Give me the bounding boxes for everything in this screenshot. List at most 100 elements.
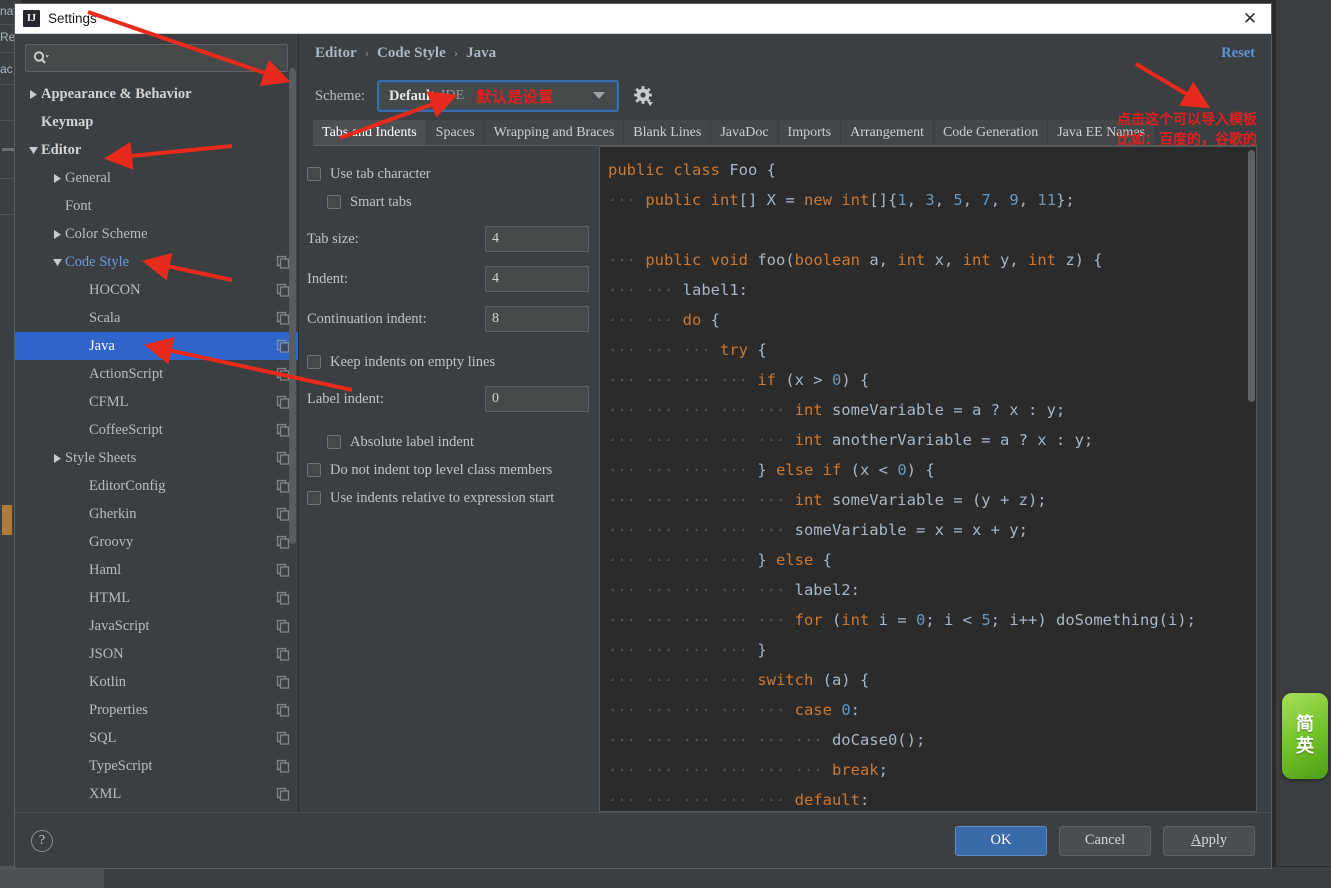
scheme-dropdown[interactable]: Default IDE 默认是设置 xyxy=(376,80,619,112)
copy-scheme-icon[interactable] xyxy=(276,647,290,661)
tab-wrapping-and-braces[interactable]: Wrapping and Braces xyxy=(484,120,625,145)
checkbox-use-tab-character[interactable] xyxy=(307,167,321,181)
checkbox-keep-indents-on-empty-lines[interactable] xyxy=(307,355,321,369)
copy-scheme-icon[interactable] xyxy=(276,339,290,353)
code-preview[interactable]: public class Foo {··· public int[] X = n… xyxy=(599,146,1257,812)
chevron-right-icon[interactable] xyxy=(49,220,65,248)
copy-scheme-icon[interactable] xyxy=(276,479,290,493)
tab-tabs-and-indents[interactable]: Tabs and Indents xyxy=(313,120,427,145)
copy-scheme-icon[interactable] xyxy=(276,787,290,801)
option-use-indents-relative[interactable]: Use indents relative to expression start xyxy=(307,484,589,512)
indent-input[interactable]: 4 xyxy=(485,266,589,292)
breadcrumb-part-java[interactable]: Java xyxy=(466,45,496,62)
close-icon[interactable]: ✕ xyxy=(1237,6,1263,32)
copy-scheme-icon[interactable] xyxy=(276,563,290,577)
sidebar-item-hocon[interactable]: HOCON xyxy=(15,276,298,304)
sidebar-item-html[interactable]: HTML xyxy=(15,584,298,612)
copy-scheme-icon[interactable] xyxy=(276,423,290,437)
settings-tree[interactable]: Appearance & Behavior Keymap Editor General… xyxy=(15,78,298,812)
chevron-down-icon[interactable] xyxy=(25,136,41,164)
chevron-right-icon[interactable] xyxy=(49,164,65,192)
copy-scheme-icon[interactable] xyxy=(276,535,290,549)
sidebar-item-appearance-behavior[interactable]: Appearance & Behavior xyxy=(15,80,298,108)
cancel-button[interactable]: Cancel xyxy=(1059,825,1151,856)
sidebar-item-editorconfig[interactable]: EditorConfig xyxy=(15,472,298,500)
copy-scheme-icon[interactable] xyxy=(276,675,290,689)
chevron-down-icon[interactable] xyxy=(591,87,607,105)
continuation-indent-input[interactable]: 8 xyxy=(485,306,589,332)
code-token: doCase0(); xyxy=(831,731,926,749)
copy-scheme-icon[interactable] xyxy=(276,619,290,633)
code-token: ··· ··· ··· ··· xyxy=(608,461,758,479)
sidebar-item-scala[interactable]: Scala xyxy=(15,304,298,332)
tab-javadoc[interactable]: JavaDoc xyxy=(711,120,779,145)
copy-scheme-icon[interactable] xyxy=(276,703,290,717)
ime-language-widget[interactable]: 简 英 xyxy=(1282,693,1328,779)
tab-imports[interactable]: Imports xyxy=(778,120,842,145)
sidebar-item-groovy[interactable]: Groovy xyxy=(15,528,298,556)
sidebar-item-javascript[interactable]: JavaScript xyxy=(15,612,298,640)
chevron-right-icon[interactable] xyxy=(25,80,41,108)
tab-blank-lines[interactable]: Blank Lines xyxy=(624,120,712,145)
sidebar-item-kotlin[interactable]: Kotlin xyxy=(15,668,298,696)
copy-scheme-icon[interactable] xyxy=(276,367,290,381)
checkbox-do-not-indent-top-level[interactable] xyxy=(307,463,321,477)
sidebar-item-sql[interactable]: SQL xyxy=(15,724,298,752)
copy-scheme-icon[interactable] xyxy=(276,591,290,605)
breadcrumb-part-editor[interactable]: Editor xyxy=(315,45,357,62)
search-icon xyxy=(32,50,50,66)
sidebar-item-xml[interactable]: XML xyxy=(15,780,298,808)
search-box[interactable] xyxy=(25,44,288,72)
sidebar-item-code-style[interactable]: Code Style xyxy=(15,248,298,276)
sidebar-item-general[interactable]: General xyxy=(15,164,298,192)
copy-scheme-icon[interactable] xyxy=(276,255,290,269)
ok-button[interactable]: OK xyxy=(955,825,1047,856)
search-input[interactable] xyxy=(50,50,281,66)
checkbox-absolute-label-indent[interactable] xyxy=(327,435,341,449)
option-use-tab-character[interactable]: Use tab character xyxy=(307,160,589,188)
chevron-right-icon[interactable] xyxy=(49,444,65,472)
copy-scheme-icon[interactable] xyxy=(276,759,290,773)
option-do-not-indent-top-level[interactable]: Do not indent top level class members xyxy=(307,456,589,484)
copy-scheme-icon[interactable] xyxy=(276,395,290,409)
tab-size-input[interactable]: 4 xyxy=(485,226,589,252)
copy-scheme-icon[interactable] xyxy=(276,507,290,521)
sidebar-item-style-sheets[interactable]: Style Sheets xyxy=(15,444,298,472)
sidebar-item-editor[interactable]: Editor xyxy=(15,136,298,164)
sidebar-item-properties[interactable]: Properties xyxy=(15,696,298,724)
option-absolute-label-indent[interactable]: Absolute label indent xyxy=(307,428,589,456)
sidebar-item-haml[interactable]: Haml xyxy=(15,556,298,584)
sidebar-item-cfml[interactable]: CFML xyxy=(15,388,298,416)
sidebar-item-typescript[interactable]: TypeScript xyxy=(15,752,298,780)
option-smart-tabs[interactable]: Smart tabs xyxy=(307,188,589,216)
chevron-down-icon[interactable] xyxy=(49,248,65,276)
sidebar-item-coffeescript[interactable]: CoffeeScript xyxy=(15,416,298,444)
apply-button[interactable]: Apply xyxy=(1163,825,1255,856)
tab-arrangement[interactable]: Arrangement xyxy=(841,120,934,145)
sidebar-item-gherkin[interactable]: Gherkin xyxy=(15,500,298,528)
preview-scrollbar[interactable] xyxy=(1248,150,1255,402)
copy-scheme-icon[interactable] xyxy=(276,451,290,465)
gear-icon[interactable] xyxy=(633,85,655,107)
sidebar-item-color-scheme[interactable]: Color Scheme xyxy=(15,220,298,248)
help-button[interactable]: ? xyxy=(31,829,53,852)
sidebar-item-keymap[interactable]: Keymap xyxy=(15,108,298,136)
sidebar-item-json[interactable]: JSON xyxy=(15,640,298,668)
sidebar-scrollbar[interactable] xyxy=(289,68,296,544)
sidebar-item-font[interactable]: Font xyxy=(15,192,298,220)
tab-spaces[interactable]: Spaces xyxy=(426,120,485,145)
copy-scheme-icon[interactable] xyxy=(276,311,290,325)
tab-code-generation[interactable]: Code Generation xyxy=(933,120,1049,145)
option-keep-indents-on-empty-lines[interactable]: Keep indents on empty lines xyxy=(307,348,589,376)
sidebar-item-java[interactable]: Java xyxy=(15,332,298,360)
copy-scheme-icon[interactable] xyxy=(276,283,290,297)
code-preview-container: public class Foo {··· public int[] X = n… xyxy=(599,146,1257,812)
checkbox-use-indents-relative[interactable] xyxy=(307,491,321,505)
checkbox-smart-tabs[interactable] xyxy=(327,195,341,209)
breadcrumb-part-code-style[interactable]: Code Style xyxy=(377,45,446,62)
copy-scheme-icon[interactable] xyxy=(276,731,290,745)
sidebar-item-actionscript[interactable]: ActionScript xyxy=(15,360,298,388)
settings-tabstrip[interactable]: Tabs and Indents Spaces Wrapping and Brace… xyxy=(313,120,1257,146)
reset-link[interactable]: Reset xyxy=(1221,45,1255,62)
label-indent-input[interactable]: 0 xyxy=(485,386,589,412)
